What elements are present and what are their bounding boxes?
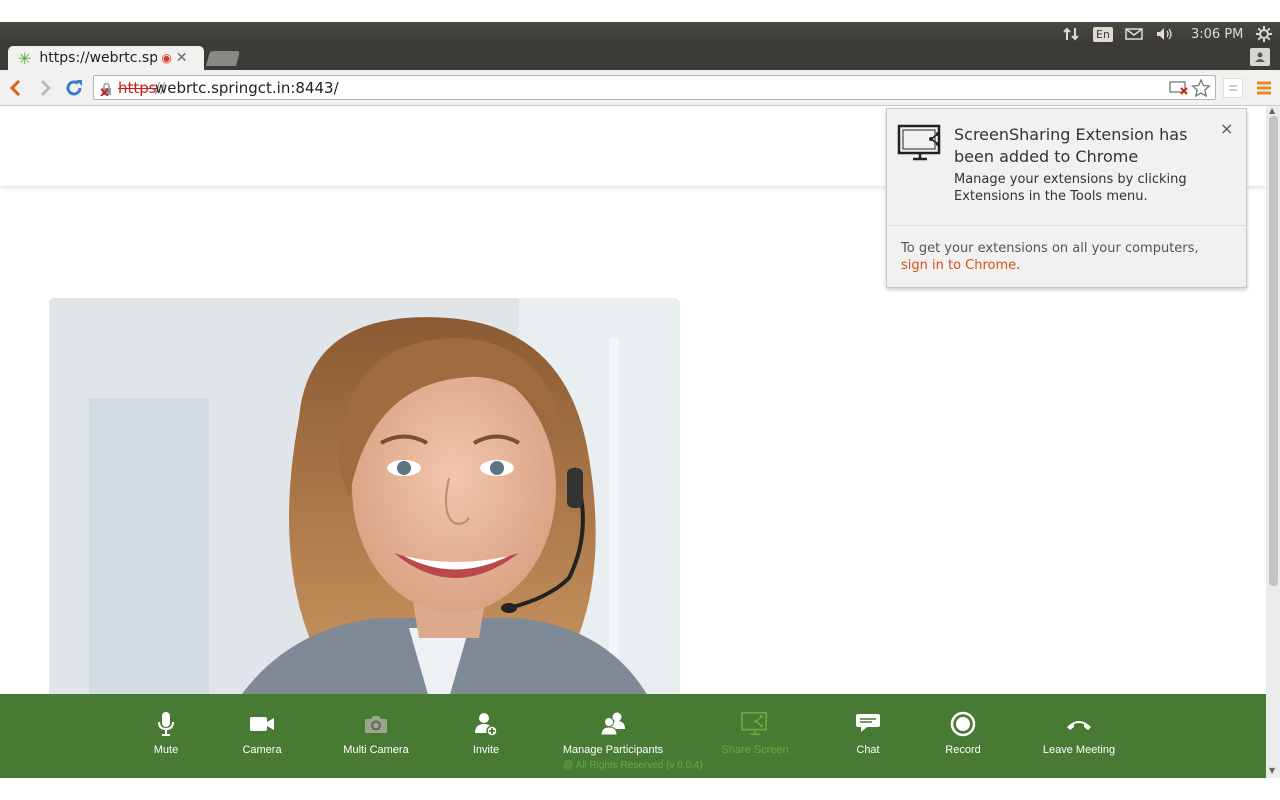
clock-time: 3:06 PM [1191,26,1244,42]
keyboard-layout-label: En [1093,26,1113,42]
copyright-footer: @ All Rights Reserved (v 0.0.4) [563,760,703,771]
scroll-thumb[interactable] [1269,116,1278,586]
scroll-up-icon[interactable]: ▲ [1269,106,1275,115]
reload-icon[interactable] [64,78,84,102]
bubble-footer: To get your extensions on all your compu… [901,240,1231,274]
share-screen-button[interactable]: Share Screen [714,694,796,756]
bookmark-star-icon[interactable] [1191,78,1211,102]
keyboard-layout-indicator[interactable]: En [1093,22,1113,46]
video-feed [49,298,680,698]
chat-label: Chat [856,744,880,756]
multi-camera-label: Multi Camera [343,744,409,756]
leave-meeting-label: Leave Meeting [1042,744,1116,756]
address-bar[interactable]: https :// webrtc.springct.in:8443/ [93,75,1216,100]
camera-label: Camera [242,744,282,756]
profile-icon[interactable] [1250,48,1270,66]
extension-icon[interactable] [1223,78,1243,98]
manage-participants-label: Manage Participants [562,744,664,756]
scroll-down-icon[interactable]: ▼ [1269,766,1275,775]
system-top-bar: En 3:06 PM [0,22,1280,46]
camera-button[interactable]: Camera [232,694,292,756]
mute-label: Mute [153,744,179,756]
power-gear-icon[interactable] [1256,22,1272,46]
invite-label: Invite [472,744,500,756]
clock[interactable]: 3:06 PM [1191,22,1243,46]
multi-camera-button[interactable]: Multi Camera [336,694,416,756]
chat-icon [854,710,882,738]
add-user-icon [472,710,500,738]
invite-button[interactable]: Invite [456,694,516,756]
browser-toolbar: https :// webrtc.springct.in:8443/ [0,70,1280,106]
chat-button[interactable]: Chat [838,694,898,756]
extension-installed-bubble: ScreenSharing Extension has been added t… [886,108,1247,288]
manage-participants-button[interactable]: Manage Participants [556,694,670,756]
new-tab-button[interactable] [205,51,241,66]
record-label: Record [945,744,981,756]
bubble-footer-text: To get your extensions on all your compu… [901,241,1199,256]
insecure-lock-icon [100,81,114,100]
share-screen-label: Share Screen [721,744,789,756]
network-icon[interactable] [1062,22,1080,46]
share-screen-icon [741,710,769,738]
volume-icon[interactable] [1155,22,1175,46]
bubble-close-icon[interactable]: × [1220,119,1233,138]
screen-share-extension-icon [897,124,945,166]
participant-video-image [49,298,680,698]
mute-button[interactable]: Mute [136,694,196,756]
microphone-icon [152,710,180,738]
participants-icon [599,710,627,738]
bubble-footer-period: . [1016,258,1021,273]
record-button[interactable]: Record [933,694,993,756]
browser-tab[interactable]: ✳ https://webrtc.springct.in:8443/ ◉ ✕ [8,46,204,70]
bubble-title: ScreenSharing Extension has been added t… [954,125,1188,166]
mail-icon[interactable] [1125,22,1143,46]
camera-blocked-icon[interactable] [1169,80,1189,100]
photo-camera-icon [362,710,390,738]
bubble-description: Manage your extensions by clicking Exten… [954,172,1187,204]
leave-meeting-button[interactable]: Leave Meeting [1034,694,1124,756]
meeting-controls-bar: Mute Camera Multi Camera Invite Manage P… [0,694,1266,778]
record-icon [949,710,977,738]
menu-icon[interactable] [1256,80,1272,100]
url-host-path: webrtc.springct.in:8443/ [155,79,339,97]
forward-icon[interactable] [37,79,53,101]
sign-in-to-chrome-link[interactable]: sign in to Chrome [901,258,1016,273]
tab-title: https://webrtc.springct.in:8443/ [39,50,158,66]
tab-strip: ✳ https://webrtc.springct.in:8443/ ◉ ✕ [0,46,1280,70]
back-icon[interactable] [8,79,24,101]
video-camera-icon [248,710,276,738]
favicon-icon: ✳ [18,48,32,68]
tab-close-icon[interactable]: ✕ [176,50,188,66]
recording-indicator-icon: ◉ [161,51,172,65]
hang-up-icon [1065,710,1093,738]
bubble-divider [887,225,1246,226]
page-scrollbar[interactable]: ▲ ▼ [1266,106,1280,778]
